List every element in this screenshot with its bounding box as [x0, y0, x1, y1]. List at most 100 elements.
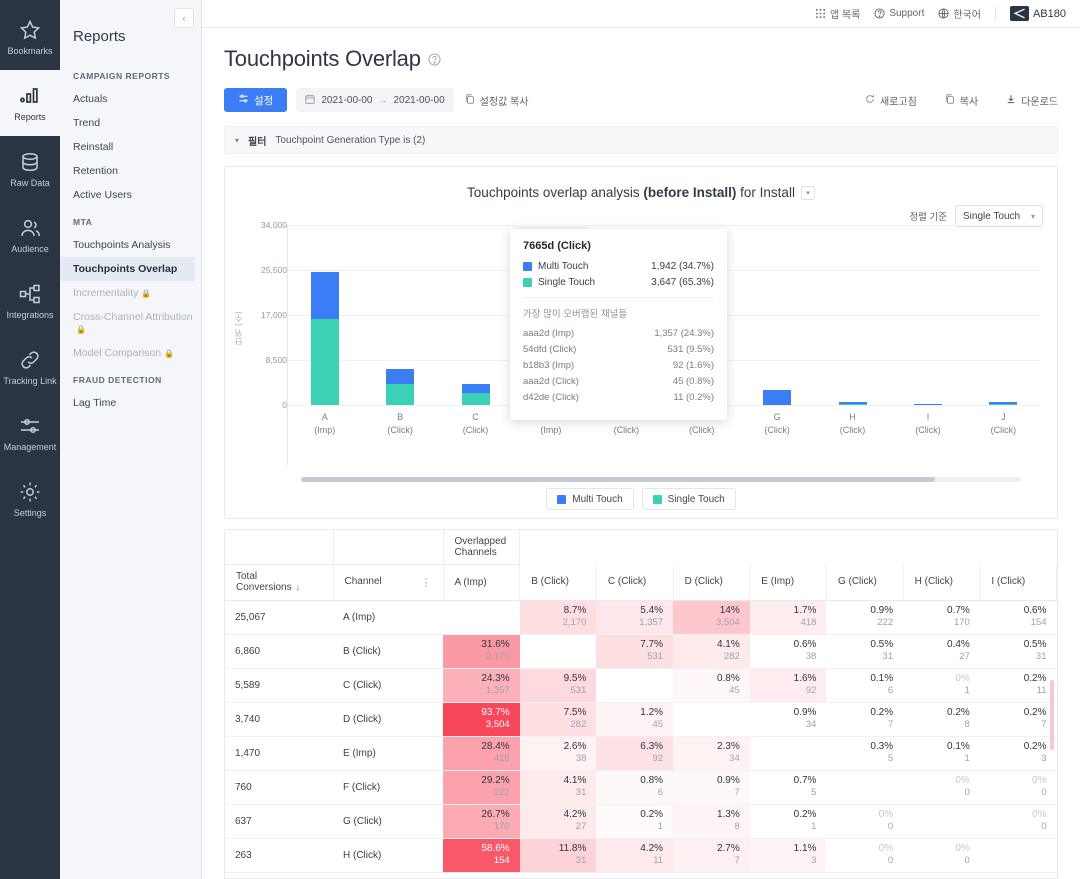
- nodes-icon: [18, 282, 42, 306]
- bar-segment-multi-touch: [763, 389, 792, 405]
- column-header-overlap[interactable]: G (Click): [826, 564, 904, 601]
- table-row[interactable]: 1,470 E (Imp) 28.4% 418 2.6% 38 6.3% 92 2.3% 34 0.…: [225, 736, 1057, 771]
- cell-overlap: [443, 600, 520, 635]
- sidebar-item-trend[interactable]: Trend: [60, 111, 201, 135]
- rail-item-bookmarks[interactable]: Bookmarks: [0, 4, 60, 70]
- group-header-blank: [225, 530, 334, 565]
- filter-bar[interactable]: ▾ 필터 Touchpoint Generation Type is (2): [224, 126, 1058, 154]
- app-list-label: 앱 목록: [829, 10, 861, 21]
- sidebar-item-incrementality[interactable]: Incrementality 🔒: [60, 281, 201, 305]
- column-header-overlap[interactable]: D (Click): [673, 564, 751, 601]
- column-header-label: B (Click): [531, 576, 569, 588]
- sidebar-item-retention[interactable]: Retention: [60, 159, 201, 183]
- cell-count: 1: [811, 821, 817, 833]
- chart-bar-column[interactable]: [362, 225, 437, 405]
- column-header-total-conversions[interactable]: Total Conversions ↓: [225, 564, 334, 601]
- chart-bar-column[interactable]: [739, 225, 814, 405]
- cell-total-conversions: 6,860: [225, 634, 333, 669]
- table-vertical-scrollbar[interactable]: [1050, 680, 1054, 750]
- chart-bar-column[interactable]: [815, 225, 890, 405]
- chart-bar[interactable]: [763, 389, 792, 405]
- sidebar-item-touchpoints-analysis[interactable]: Touchpoints Analysis: [60, 233, 201, 257]
- rail-item-raw-data[interactable]: Raw Data: [0, 136, 60, 202]
- scrollbar-thumb[interactable]: [301, 477, 935, 482]
- legend-item-multi-touch[interactable]: Multi Touch: [546, 488, 634, 510]
- rail-item-integrations[interactable]: Integrations: [0, 268, 60, 334]
- chart-bar-column[interactable]: [966, 225, 1041, 405]
- column-header-overlap[interactable]: E (Imp): [749, 564, 827, 601]
- help-circle-icon[interactable]: [428, 52, 441, 66]
- chart-bar[interactable]: [913, 403, 942, 405]
- chart-bar-column[interactable]: [287, 225, 362, 405]
- cell-count: 11: [1036, 685, 1047, 697]
- sidebar-item-cross-channel-attribution[interactable]: Cross-Channel Attribution 🔒: [60, 305, 201, 341]
- sidebar-item-reinstall[interactable]: Reinstall: [60, 135, 201, 159]
- chart-bar-column[interactable]: [890, 225, 965, 405]
- chart-bar[interactable]: [310, 272, 339, 405]
- chart-bar[interactable]: [461, 384, 490, 405]
- app-list-button[interactable]: 앱 목록: [815, 6, 860, 21]
- cell-overlap: 58.6% 154: [443, 838, 520, 873]
- column-header-overlap[interactable]: C (Click): [596, 564, 674, 601]
- bar-segment-single-touch: [386, 384, 415, 405]
- rail-item-settings[interactable]: Settings: [0, 466, 60, 532]
- rail-label: Integrations: [6, 309, 54, 320]
- legend-item-single-touch[interactable]: Single Touch: [641, 488, 736, 510]
- table-row[interactable]: 6,860 B (Click) 31.6% 2,170 7.7% 531 4.1% 282 0.…: [225, 634, 1057, 669]
- copy-settings-button[interactable]: 설정값 복사: [465, 93, 528, 108]
- date-range-picker[interactable]: 2021-00-00 → 2021-00-00: [296, 88, 454, 112]
- cell-percent: 1.2%: [640, 706, 664, 718]
- table-row[interactable]: 760 F (Click) 29.2% 222 4.1% 31 0.8% 6 0.9% 7 0.7%…: [225, 770, 1057, 805]
- cell-count: 5: [811, 787, 817, 799]
- refresh-button[interactable]: 새로고침: [865, 93, 917, 108]
- rail-item-management[interactable]: Management: [0, 400, 60, 466]
- column-header-channel[interactable]: Channel ⋮: [333, 564, 444, 601]
- column-header-overlap[interactable]: H (Click): [903, 564, 981, 601]
- table-row[interactable]: 3,740 D (Click) 93.7% 3,504 7.5% 282 1.2% 45 0.9…: [225, 702, 1057, 737]
- rail-item-reports[interactable]: Reports: [0, 70, 60, 136]
- support-button[interactable]: Support: [874, 8, 924, 19]
- collapse-sidebar-button[interactable]: ‹: [174, 8, 194, 28]
- language-button[interactable]: 한국어: [938, 6, 981, 21]
- cell-overlap: 0.3% 5: [826, 736, 904, 771]
- copy-label: 복사: [959, 96, 979, 108]
- column-menu-icon[interactable]: ⋮: [421, 576, 432, 589]
- page-title-text: Touchpoints Overlap: [224, 46, 421, 71]
- cell-total-conversions: 1,470: [225, 736, 333, 771]
- sidebar-item-model-comparison[interactable]: Model Comparison 🔒: [60, 341, 201, 365]
- rail-item-audience[interactable]: Audience: [0, 202, 60, 268]
- column-header-overlap[interactable]: I (Click): [979, 564, 1057, 601]
- chart-horizontal-scrollbar[interactable]: [301, 477, 1021, 482]
- table-row[interactable]: 637 G (Click) 26.7% 170 4.2% 27 0.2% 1 1.3% 8 0.2%…: [225, 804, 1057, 839]
- download-button[interactable]: 다운로드: [1006, 93, 1058, 108]
- chart-bar-column[interactable]: [438, 225, 513, 405]
- cell-count: 0: [1041, 821, 1047, 833]
- sort-select[interactable]: Single Touch ▾: [955, 205, 1043, 227]
- cell-overlap: 28.4% 418: [443, 736, 520, 771]
- sidebar-item-actuals[interactable]: Actuals: [60, 87, 201, 111]
- tooltip-subheading: 가장 많이 오버랩된 채널들: [523, 309, 628, 320]
- column-header-overlap[interactable]: A (Imp): [443, 564, 521, 601]
- cell-percent: 14%: [719, 604, 740, 616]
- tooltip-channel-label: b18b3 (Imp): [523, 360, 575, 371]
- table-row[interactable]: 263 H (Click) 58.6% 154 11.8% 31 4.2% 11 2.7% 7 1.…: [225, 838, 1057, 873]
- cell-percent: 0.5%: [870, 638, 894, 650]
- cell-overlap: [979, 838, 1057, 873]
- chart-bar[interactable]: [838, 402, 867, 405]
- copy-button[interactable]: 복사: [945, 93, 978, 108]
- table-row[interactable]: 5,589 C (Click) 24.3% 1,357 9.5% 531 0.8% 45 1.6…: [225, 668, 1057, 703]
- settings-button[interactable]: 설정: [224, 88, 288, 112]
- chart-event-dropdown[interactable]: ▾: [800, 185, 815, 200]
- x-tick-name: B: [397, 412, 404, 422]
- table-row[interactable]: 25,067 A (Imp) 8.7% 2,170 5.4% 1,357 14% 3,504 1…: [225, 600, 1057, 635]
- sidebar-item-lag-time[interactable]: Lag Time: [60, 391, 201, 415]
- account-menu[interactable]: AB180: [1009, 6, 1066, 21]
- sidebar-item-active-users[interactable]: Active Users: [60, 183, 201, 207]
- sidebar-item-touchpoints-overlap[interactable]: Touchpoints Overlap: [60, 257, 195, 281]
- column-header-overlap[interactable]: B (Click): [519, 564, 597, 601]
- rail-item-tracking-link[interactable]: Tracking Link: [0, 334, 60, 400]
- chart-bar[interactable]: [386, 368, 415, 405]
- chart-bar[interactable]: [989, 402, 1018, 405]
- rail-label: Raw Data: [10, 177, 50, 188]
- language-label: 한국어: [953, 10, 981, 21]
